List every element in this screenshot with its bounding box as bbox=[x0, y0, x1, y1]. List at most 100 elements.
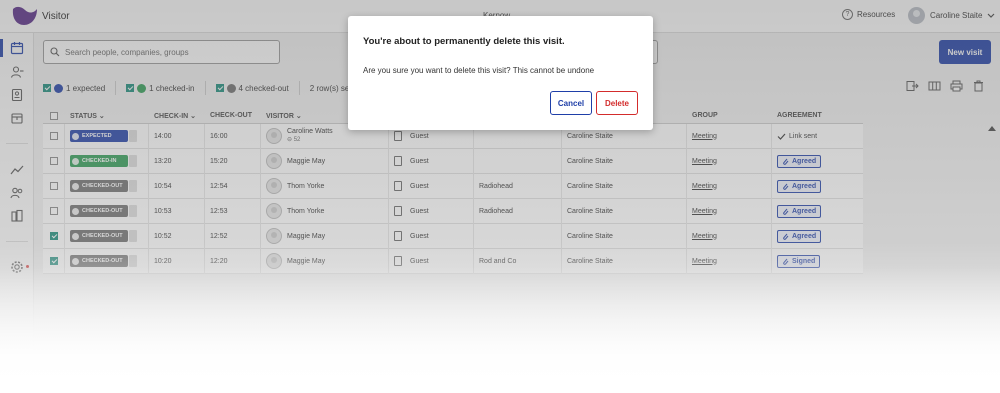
checked-out-checkbox[interactable] bbox=[215, 84, 224, 92]
group-link[interactable]: Meeting bbox=[692, 233, 717, 240]
visitor-type: Guest bbox=[410, 132, 429, 140]
search-input[interactable] bbox=[65, 47, 265, 57]
row-checkbox[interactable] bbox=[49, 132, 58, 140]
visitor-cell[interactable]: Maggie May bbox=[261, 248, 389, 274]
new-visit-button[interactable]: New visit bbox=[939, 40, 991, 64]
user-menu[interactable]: Caroline Staite bbox=[908, 7, 995, 24]
stat-checked-in[interactable]: 1 checked-in bbox=[126, 81, 206, 95]
export-icon[interactable] bbox=[906, 80, 919, 92]
checked-in-checkbox[interactable] bbox=[126, 84, 135, 92]
stat-expected[interactable]: 1 expected bbox=[43, 81, 117, 95]
group-link[interactable]: Meeting bbox=[692, 183, 717, 190]
type-cell: Guest bbox=[389, 198, 474, 224]
status-dropdown-button[interactable] bbox=[129, 255, 137, 267]
table-row[interactable]: CHECKED-OUT 10:52 12:52 Maggie May Guest Caro… bbox=[43, 223, 863, 249]
header-agreement[interactable]: AGREEMENT bbox=[772, 112, 860, 119]
status-badge[interactable]: CHECKED-OUT bbox=[70, 180, 128, 192]
table-row[interactable]: CHECKED-OUT 10:20 12:20 Maggie May Guest Rod … bbox=[43, 248, 863, 274]
status-badge[interactable]: CHECKED-OUT bbox=[70, 205, 128, 217]
status-cell: CHECKED-IN bbox=[65, 148, 149, 174]
stat-expected-label: 1 expected bbox=[66, 83, 106, 93]
status-dropdown-button[interactable] bbox=[129, 230, 137, 242]
group-link[interactable]: Meeting bbox=[692, 258, 717, 265]
table-row[interactable]: CHECKED-OUT 10:53 12:53 Thom Yorke Guest Radi… bbox=[43, 198, 863, 224]
row-select-cell[interactable] bbox=[43, 173, 65, 199]
badge-icon[interactable] bbox=[10, 88, 24, 102]
group-link[interactable]: Meeting bbox=[692, 133, 717, 140]
cancel-button[interactable]: Cancel bbox=[550, 91, 592, 115]
sidebar-divider bbox=[6, 143, 28, 144]
checked-in-icon bbox=[137, 83, 147, 93]
status-badge[interactable]: CHECKED-OUT bbox=[70, 230, 128, 242]
row-select-cell[interactable] bbox=[43, 248, 65, 274]
header-check-out[interactable]: CHECK-OUT bbox=[205, 112, 261, 119]
row-checkbox[interactable] bbox=[49, 207, 58, 215]
agreement-badge[interactable]: Agreed bbox=[777, 179, 822, 193]
row-select-cell[interactable] bbox=[43, 123, 65, 149]
row-select-cell[interactable] bbox=[43, 198, 65, 224]
visits-calendar-icon[interactable] bbox=[10, 41, 24, 55]
agreement-cell: Link sent bbox=[772, 124, 860, 149]
search-field[interactable] bbox=[43, 40, 280, 64]
group-link[interactable]: Meeting bbox=[692, 158, 717, 165]
status-badge[interactable]: EXPECTED bbox=[70, 130, 128, 142]
header-group[interactable]: GROUP bbox=[687, 112, 772, 119]
row-checkbox[interactable] bbox=[49, 257, 58, 265]
status-dropdown-button[interactable] bbox=[129, 180, 137, 192]
add-person-icon[interactable] bbox=[10, 65, 24, 79]
visitor-cell[interactable]: Maggie May bbox=[261, 148, 389, 174]
status-cell: CHECKED-OUT bbox=[65, 248, 149, 274]
status-dropdown-button[interactable] bbox=[129, 205, 137, 217]
table-row[interactable]: CHECKED-OUT 10:54 12:54 Thom Yorke Guest Radi… bbox=[43, 173, 863, 199]
table-body: EXPECTED 14:00 16:00 Caroline Watts ⊖ 52 Gues… bbox=[43, 123, 863, 274]
resources-link[interactable]: ? Resources bbox=[842, 9, 895, 20]
visitor-name: Maggie May bbox=[287, 232, 326, 240]
sidebar-active-indicator bbox=[0, 39, 3, 57]
delete-button[interactable]: Delete bbox=[596, 91, 638, 115]
analytics-icon[interactable] bbox=[10, 163, 24, 177]
visitor-cell[interactable]: Thom Yorke bbox=[261, 198, 389, 224]
type-cell: Guest bbox=[389, 248, 474, 274]
building-icon[interactable] bbox=[10, 209, 24, 223]
dialog-message: Are you sure you want to delete this vis… bbox=[363, 66, 595, 75]
row-select-cell[interactable] bbox=[43, 223, 65, 249]
gear-icon[interactable] bbox=[10, 260, 24, 274]
scroll-up-arrow[interactable] bbox=[988, 126, 996, 131]
status-cell: CHECKED-OUT bbox=[65, 173, 149, 199]
status-label: CHECKED-OUT bbox=[82, 258, 123, 264]
header-status[interactable]: STATUS ⌄ bbox=[65, 112, 149, 120]
print-icon[interactable] bbox=[950, 80, 963, 92]
columns-icon[interactable] bbox=[928, 80, 941, 92]
header-check-in[interactable]: CHECK-IN ⌄ bbox=[149, 112, 205, 120]
row-select-cell[interactable] bbox=[43, 148, 65, 174]
expected-checkbox[interactable] bbox=[43, 84, 51, 92]
people-icon[interactable] bbox=[10, 186, 24, 200]
stat-checked-out[interactable]: 4 checked-out bbox=[215, 81, 300, 95]
check-out-cell: 12:52 bbox=[205, 223, 261, 249]
table-row[interactable]: CHECKED-IN 13:20 15:20 Maggie May Guest Carol… bbox=[43, 148, 863, 174]
select-all-checkbox[interactable] bbox=[50, 111, 58, 120]
delete-icon[interactable] bbox=[972, 80, 985, 92]
visitor-cell[interactable]: Thom Yorke bbox=[261, 173, 389, 199]
status-dropdown-button[interactable] bbox=[129, 155, 137, 167]
agreement-cell: Agreed bbox=[772, 224, 860, 249]
status-label: EXPECTED bbox=[82, 133, 112, 139]
agreement-badge[interactable]: Agreed bbox=[777, 229, 822, 243]
status-cell: CHECKED-OUT bbox=[65, 223, 149, 249]
row-checkbox[interactable] bbox=[49, 157, 58, 165]
group-link[interactable]: Meeting bbox=[692, 208, 717, 215]
agreement-badge[interactable]: Agreed bbox=[777, 154, 822, 168]
visitor-type: Guest bbox=[410, 232, 429, 240]
parcel-icon[interactable] bbox=[10, 111, 24, 125]
row-checkbox[interactable] bbox=[49, 232, 58, 240]
row-checkbox[interactable] bbox=[49, 182, 58, 190]
visitor-cell[interactable]: Maggie May bbox=[261, 223, 389, 249]
visitor-name: Thom Yorke bbox=[287, 207, 325, 215]
status-dropdown-button[interactable] bbox=[129, 130, 137, 142]
status-badge[interactable]: CHECKED-OUT bbox=[70, 255, 128, 267]
agreement-badge[interactable]: Signed bbox=[777, 254, 821, 268]
delete-confirm-dialog: You're about to permanently delete this … bbox=[348, 16, 653, 130]
select-all-cell[interactable] bbox=[43, 111, 65, 120]
agreement-badge[interactable]: Agreed bbox=[777, 204, 822, 218]
status-badge[interactable]: CHECKED-IN bbox=[70, 155, 128, 167]
